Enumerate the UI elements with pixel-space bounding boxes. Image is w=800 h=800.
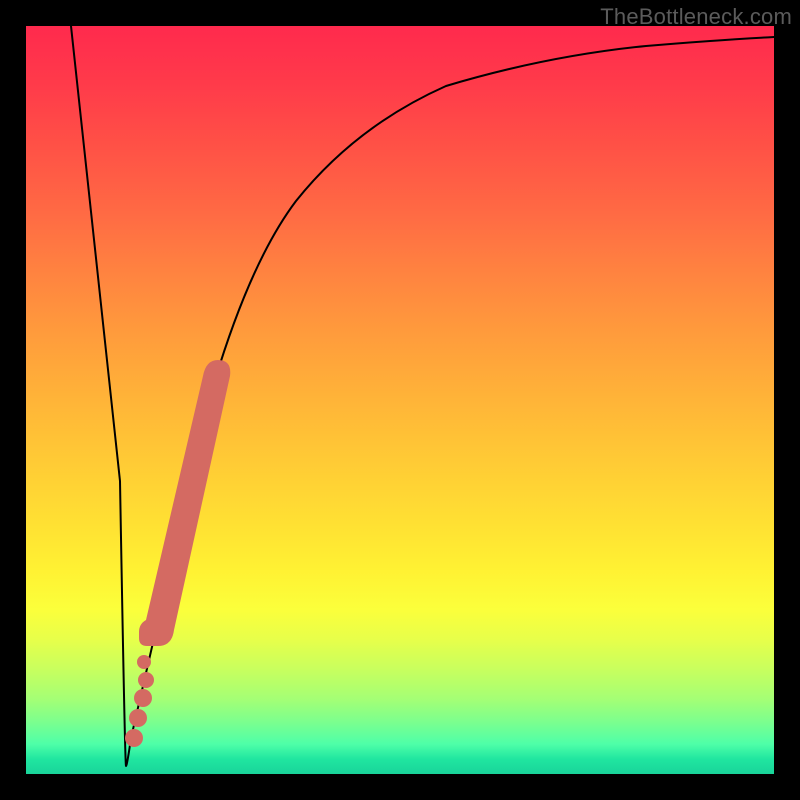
chart-svg <box>26 26 774 774</box>
bottleneck-curve <box>71 26 774 766</box>
highlight-blob-lower <box>125 655 154 747</box>
highlight-blob-main <box>139 360 230 646</box>
